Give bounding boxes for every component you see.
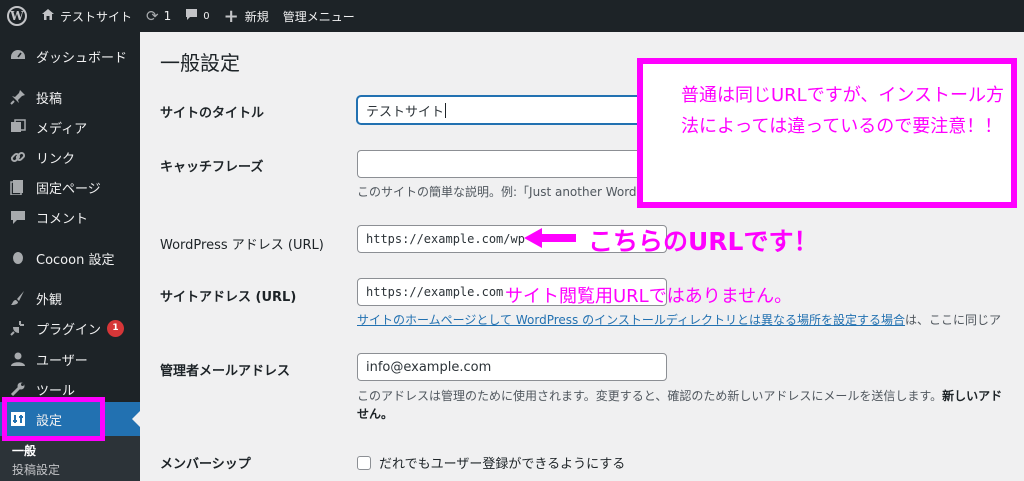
sidebar-item-label: 外観 [36, 292, 63, 308]
sidebar-item-pages[interactable]: 固定ページ [0, 170, 140, 204]
text-caret [445, 102, 447, 118]
settings-highlight-box [2, 397, 105, 441]
site-address-description-rest: は、ここに同じア [905, 313, 1002, 327]
admin-email-description-line2: せん。 [357, 405, 393, 422]
admin-bar: W テストサイト ⟳ 1 0 + 新規 管理メニュー [0, 0, 1024, 32]
sidebar-item-dashboard[interactable]: ダッシュボード [0, 39, 140, 73]
updates-count: 1 [163, 9, 172, 23]
plus-icon: + [223, 5, 239, 27]
sidebar-item-label: ユーザー [36, 353, 88, 369]
sidebar-item-media[interactable]: メディア [0, 110, 140, 144]
membership-label: メンバーシップ [160, 457, 251, 472]
manage-menu[interactable]: 管理メニュー [276, 0, 362, 32]
sidebar-item-appearance[interactable]: 外観 [0, 281, 140, 315]
membership-checkbox-label[interactable]: だれでもユーザー登録ができるようにする [379, 453, 625, 472]
annotation-arrow-label: こちらのURLです！ [588, 227, 819, 256]
sidebar-item-label: コメント [36, 211, 89, 227]
plugin-icon [8, 318, 28, 338]
wp-logo-menu[interactable]: W [0, 0, 34, 32]
membership-option: だれでもユーザー登録ができるようにする [357, 453, 625, 472]
current-menu-arrow [132, 411, 140, 427]
pin-icon [8, 87, 28, 107]
updates-menu[interactable]: ⟳ 1 [139, 0, 178, 32]
sidebar-item-label: ダッシュボード [36, 50, 128, 66]
admin-email-description-text: このアドレスは管理のために使用されます。変更すると、確認のため新しいアドレスにメ… [357, 389, 943, 403]
admin-email-label: 管理者メールアドレス [160, 364, 291, 379]
sidebar-item-cocoon[interactable]: Cocoon 設定 [0, 241, 140, 275]
tagline-input[interactable] [357, 150, 667, 178]
sidebar-item-links[interactable]: リンク [0, 140, 140, 174]
site-title-input[interactable]: テストサイト [357, 96, 667, 124]
comments-menu[interactable]: 0 [178, 0, 216, 32]
plugin-update-badge: 1 [107, 319, 125, 337]
annotation-arrow-icon [524, 228, 576, 248]
cocoon-icon [8, 248, 28, 268]
new-content-menu[interactable]: + 新規 [217, 0, 276, 32]
comments-count: 0 [203, 10, 210, 22]
admin-email-description-bold-2: せん。 [357, 407, 394, 421]
site-title-label: サイトのタイトル [160, 106, 265, 121]
sidebar-item-label: リンク [36, 151, 76, 167]
sidebar-item-comments[interactable]: コメント [0, 200, 140, 234]
media-icon [8, 117, 28, 137]
admin-email-description: このアドレスは管理のために使用されます。変更すると、確認のため新しいアドレスにメ… [357, 387, 1002, 404]
site-address-help-link[interactable]: サイトのホームページとして WordPress のインストールディレクトリとは異… [357, 313, 905, 327]
comment-icon [8, 207, 28, 227]
site-address-value: https://example.com [366, 285, 504, 299]
wp-address-value: https://example.com/wp [366, 232, 525, 246]
annotation-note-text: 普通は同じURLですが、インストール方法によっては違っているので要注意！！ [681, 85, 1004, 137]
membership-checkbox[interactable] [357, 455, 371, 470]
submenu-item-writing[interactable]: 投稿設定 [0, 461, 140, 480]
site-title-value: テストサイト [366, 104, 445, 120]
annotation-site-url-label: サイト閲覧用URLではありません。 [505, 286, 793, 307]
comment-bubble-icon [185, 8, 198, 24]
admin-email-input[interactable]: info@example.com [357, 353, 667, 381]
sidebar-item-users[interactable]: ユーザー [0, 342, 140, 376]
link-icon [8, 147, 28, 167]
site-name: テストサイト [60, 9, 133, 24]
sidebar-item-label: Cocoon 設定 [36, 252, 115, 268]
wrench-icon [8, 379, 28, 399]
wp-address-label: WordPress アドレス (URL) [160, 238, 324, 253]
sidebar-item-label: メディア [36, 121, 88, 137]
sidebar-item-posts[interactable]: 投稿 [0, 80, 140, 114]
brush-icon [8, 288, 28, 308]
site-address-description: サイトのホームページとして WordPress のインストールディレクトリとは異… [357, 311, 1001, 328]
settings-submenu: 一般 投稿設定 [0, 436, 140, 481]
wordpress-logo-icon: W [7, 6, 27, 26]
admin-email-description-bold: 新しいアド [942, 389, 1003, 403]
site-address-label: サイトアドレス (URL) [160, 290, 297, 305]
sidebar-item-label: プラグイン [36, 322, 102, 338]
new-label: 新規 [244, 9, 269, 24]
page-icon [8, 177, 28, 197]
sidebar-item-label: 固定ページ [36, 181, 101, 197]
update-icon: ⟳ [146, 7, 159, 25]
site-name-menu[interactable]: テストサイト [34, 0, 139, 32]
home-icon [41, 8, 55, 24]
sidebar-item-plugins[interactable]: プラグイン 1 [0, 311, 140, 345]
tagline-label: キャッチフレーズ [160, 160, 264, 175]
admin-email-value: info@example.com [366, 359, 492, 375]
dashboard-icon [8, 46, 28, 66]
page-title: 一般設定 [160, 51, 240, 75]
sidebar-item-label: ツール [36, 383, 76, 399]
manage-menu-label: 管理メニュー [282, 9, 355, 24]
annotation-note-box: 普通は同じURLですが、インストール方法によっては違っているので要注意！！ [637, 58, 1017, 208]
sidebar-item-label: 投稿 [36, 91, 63, 107]
user-icon [8, 349, 28, 369]
